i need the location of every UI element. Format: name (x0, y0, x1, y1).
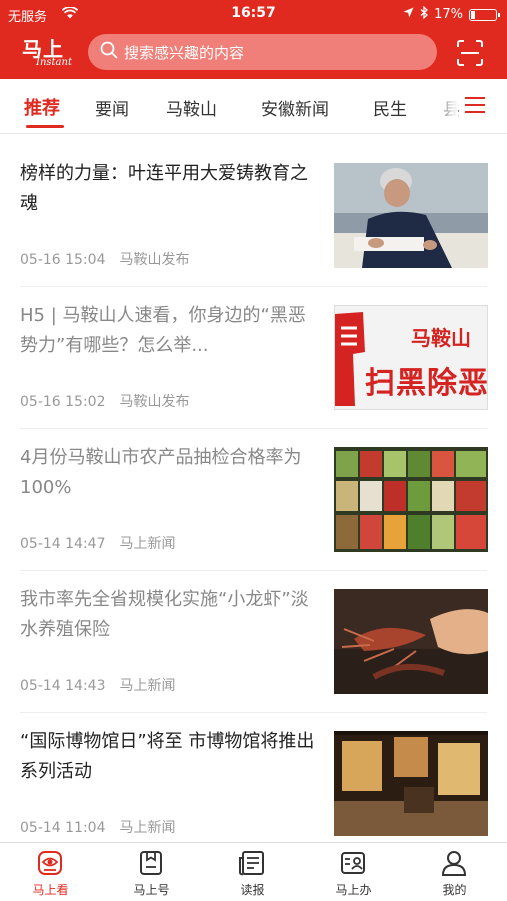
tab-livelihood[interactable]: 民生 (373, 95, 407, 120)
news-item[interactable]: “国际博物馆日”将至 市博物馆将推出系列活动 05-14 11:04 马上新闻 (0, 713, 507, 855)
active-tab-indicator (26, 125, 64, 128)
news-meta: 05-14 14:47 马上新闻 (20, 533, 175, 553)
thumb-text-saohei: 扫黑除恶 (365, 366, 488, 401)
news-title: H5 | 马鞍山人速看，你身边的“黑恶势力”有哪些？怎么举... (20, 305, 306, 356)
location-arrow-icon (403, 7, 414, 22)
news-meta: 05-14 14:43 马上新闻 (20, 675, 175, 695)
tab-mashanghao[interactable]: 马上号 (101, 843, 202, 901)
news-item[interactable]: H5 | 马鞍山人速看，你身边的“黑恶势力”有哪些？怎么举... 05-16 1… (0, 287, 507, 429)
thumb-text-maanshan: 马鞍山 (411, 326, 471, 350)
tab-label: 马上看 (32, 883, 69, 897)
news-source: 马上新闻 (119, 536, 176, 552)
news-date: 05-14 14:47 (20, 536, 106, 552)
news-title: 4月份马鞍山市农产品抽检合格率为100% (20, 447, 302, 498)
tab-label: 马上办 (335, 883, 372, 897)
news-item[interactable]: 我市率先全省规模化实施“小龙虾”淡水养殖保险 05-14 14:43 马上新闻 (0, 571, 507, 713)
tab-label: 读报 (240, 883, 265, 897)
news-item[interactable]: 4月份马鞍山市农产品抽检合格率为100% 05-14 14:47 马上新闻 (0, 429, 507, 571)
news-title: 榜样的力量：叶连平用大爱铸教育之魂 (20, 163, 308, 214)
tab-mashangban[interactable]: 马上办 (303, 843, 404, 901)
scan-icon[interactable] (455, 38, 485, 68)
news-title: “国际博物馆日”将至 市博物馆将推出系列活动 (20, 731, 315, 782)
news-date: 05-16 15:02 (20, 394, 106, 410)
hamburger-icon[interactable] (463, 95, 489, 117)
news-source: 马鞍山发布 (119, 394, 190, 410)
tab-label: 我的 (442, 883, 467, 897)
tab-maanshan[interactable]: 马鞍山 (166, 95, 217, 120)
tab-recommend[interactable]: 推荐 (24, 94, 60, 120)
news-thumbnail (334, 731, 488, 836)
tab-dubao[interactable]: 读报 (202, 843, 303, 901)
tab-mine[interactable]: 我的 (404, 843, 505, 901)
search-placeholder: 搜索感兴趣的内容 (124, 43, 245, 62)
app-header: 无服务 16:57 17% 马上 Instant 搜索感兴趣的内容 (0, 0, 507, 79)
news-thumbnail (334, 447, 488, 552)
battery-percent: 17% (434, 7, 463, 22)
bluetooth-icon (420, 5, 429, 23)
news-date: 05-14 14:43 (20, 678, 106, 694)
news-meta: 05-16 15:04 马鞍山发布 (20, 249, 189, 269)
channel-tabs: 推荐 要闻 马鞍山 安徽新闻 民生 县 (0, 79, 507, 134)
app-logo[interactable]: 马上 Instant (22, 33, 84, 73)
news-item[interactable]: 榜样的力量：叶连平用大爱铸教育之魂 05-16 15:04 马鞍山发布 (0, 145, 507, 287)
logo-text-en: Instant (36, 57, 72, 68)
search-icon (88, 41, 118, 63)
tab-headlines[interactable]: 要闻 (95, 95, 129, 120)
bottom-tab-bar: 马上看 马上号 读报 马上办 我的 (0, 842, 507, 901)
news-source: 马上新闻 (119, 678, 176, 694)
search-bar[interactable]: 搜索感兴趣的内容 (88, 34, 437, 70)
status-bar: 无服务 16:57 17% (0, 0, 507, 28)
news-meta: 05-16 15:02 马鞍山发布 (20, 391, 189, 411)
news-thumbnail: 马鞍山 扫黑除恶 (334, 305, 488, 410)
news-thumbnail (334, 163, 488, 268)
tabs-fade (430, 79, 458, 133)
news-date: 05-16 15:04 (20, 252, 106, 268)
news-title: 我市率先全省规模化实施“小龙虾”淡水养殖保险 (20, 589, 309, 640)
tab-mashangkan[interactable]: 马上看 (0, 843, 101, 901)
battery-icon (469, 8, 500, 21)
news-meta: 05-14 11:04 马上新闻 (20, 817, 175, 837)
news-date: 05-14 11:04 (20, 820, 106, 836)
tab-label: 马上号 (133, 883, 170, 897)
news-source: 马上新闻 (119, 820, 176, 836)
news-source: 马鞍山发布 (119, 252, 190, 268)
news-thumbnail (334, 589, 488, 694)
tab-anhui-news[interactable]: 安徽新闻 (261, 95, 329, 120)
